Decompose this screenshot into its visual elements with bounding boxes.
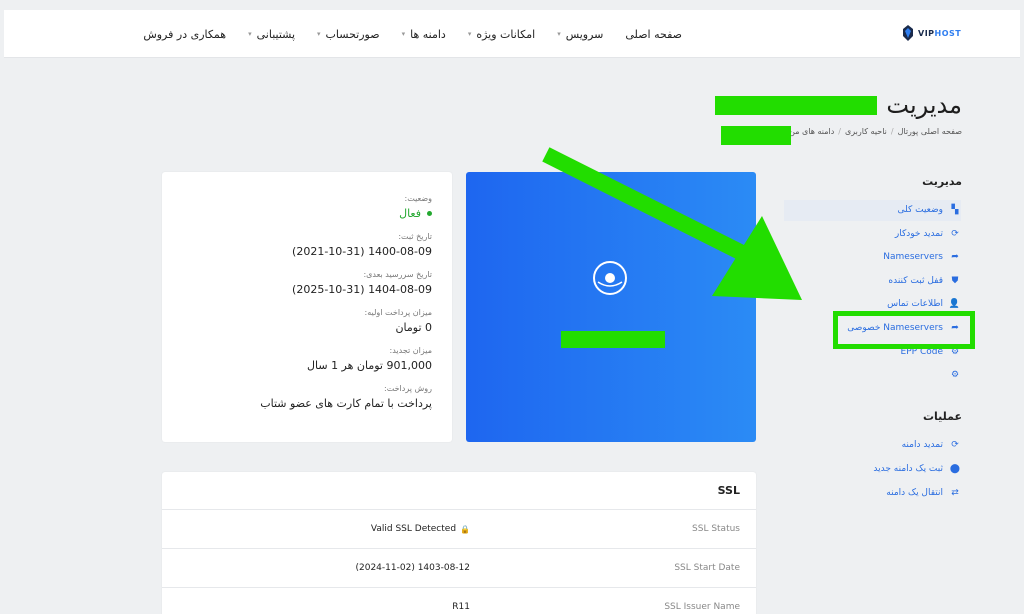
- chevron-down-icon: ▾: [401, 30, 406, 38]
- status-label: وضعیت:: [404, 194, 432, 203]
- nav-support[interactable]: پشتیبانی ▾: [248, 28, 295, 41]
- ssl-issuer-value: R11: [452, 602, 470, 612]
- breadcrumb-client-area[interactable]: ناحیه کاربری: [845, 127, 887, 136]
- ssl-status-value: 🔒 Valid SSL Detected: [370, 524, 470, 534]
- globe-icon: [593, 261, 627, 295]
- page-title: مدیریت: [886, 91, 962, 119]
- table-row: SSL Start Date 1403-08-12 (2024-11-02): [162, 549, 756, 588]
- shield-icon: ⛊: [951, 276, 959, 286]
- share-icon: ➦: [951, 252, 959, 262]
- renewal-amount-label: میزان تجدید:: [389, 346, 432, 355]
- breadcrumb-my-domains[interactable]: دامنه های من: [789, 127, 834, 136]
- sidebar-item-label: قفل ثبت کننده: [888, 276, 943, 286]
- main-nav: صفحه اصلی سرویس ▾ امکانات ویژه ▾ دامنه ها ▾…: [143, 10, 682, 58]
- breadcrumb-separator: /: [890, 127, 894, 136]
- next-due-date-label: تاریخ سررسید بعدی:: [363, 270, 432, 279]
- chevron-down-icon: ▾: [467, 30, 472, 38]
- refresh-icon: ⟳: [951, 440, 959, 450]
- lock-icon: 🔒: [460, 524, 470, 534]
- sidebar-item-overview[interactable]: ▚ وضعیت کلی: [897, 200, 960, 220]
- tag-icon: ⬤: [949, 464, 960, 474]
- sidebar-item-label: تمدید دامنه: [901, 440, 943, 450]
- sidebar-item-registrar-lock[interactable]: ⛊ قفل ثبت کننده: [888, 271, 960, 291]
- sidebar-item-nameservers[interactable]: ➦ Nameservers: [883, 247, 960, 267]
- nav-features[interactable]: امکانات ویژه ▾: [468, 28, 535, 41]
- sidebar-item-label: تمدید خودکار: [894, 229, 943, 239]
- nav-domains[interactable]: دامنه ها ▾: [402, 28, 446, 41]
- domain-overview-panel: [466, 172, 756, 442]
- next-due-date-value: 1404-08-09 (2025-10-31): [292, 283, 432, 296]
- registration-date-value: 1400-08-09 (2021-10-31): [292, 245, 432, 258]
- sidebar-item-label: انتقال یک دامنه: [886, 488, 943, 498]
- redacted-breadcrumb-domain: [721, 126, 791, 145]
- table-row: SSL Issuer Name R11: [162, 588, 756, 614]
- table-row: SSL Status 🔒 Valid SSL Detected: [162, 510, 756, 549]
- ssl-card-title: SSL: [162, 472, 756, 510]
- ssl-start-date-key: SSL Start Date: [674, 563, 740, 573]
- ssl-start-date-value: 1403-08-12 (2024-11-02): [355, 563, 470, 573]
- ssl-card: SSL SSL Status 🔒 Valid SSL Detected SSL S…: [162, 472, 756, 614]
- nav-service[interactable]: سرویس ▾: [557, 28, 603, 41]
- refresh-icon: ⟳: [951, 229, 959, 239]
- renewal-amount-value: 901,000 تومان هر 1 سال: [307, 359, 432, 372]
- dashboard-icon: ▚: [951, 205, 959, 215]
- payment-method-label: روش پرداخت:: [384, 384, 432, 393]
- sidebar-item-settings[interactable]: ⚙: [943, 365, 960, 385]
- sidebar-manage-heading: مدیریت: [922, 175, 962, 188]
- status-value: فعال: [162, 207, 432, 220]
- nav-affiliate[interactable]: همکاری در فروش: [143, 28, 226, 41]
- chevron-down-icon: ▾: [557, 30, 561, 38]
- sidebar-item-label: وضعیت کلی: [897, 205, 943, 215]
- breadcrumb: صفحه اصلی پورتال / ناحیه کاربری / دامنه …: [789, 127, 962, 136]
- ssl-status-key: SSL Status: [692, 524, 740, 534]
- annotation-highlight-box: [833, 311, 975, 349]
- redacted-domain-title: [715, 96, 877, 115]
- status-dot-icon: [427, 211, 432, 216]
- sidebar-item-transfer-domain[interactable]: ⇄ انتقال یک دامنه: [886, 483, 960, 503]
- ssl-issuer-key: SSL Issuer Name: [664, 602, 740, 612]
- vip-host-logo[interactable]: VIPHOST: [901, 24, 961, 42]
- chevron-down-icon: ▾: [317, 30, 321, 38]
- nav-billing[interactable]: صورتحساب ▾: [317, 28, 380, 41]
- transfer-icon: ⇄: [951, 488, 959, 498]
- sidebar-item-auto-renew[interactable]: ⟳ تمدید خودکار: [895, 224, 960, 244]
- sidebar-item-label: Nameservers: [883, 252, 943, 262]
- sidebar-item-register-domain[interactable]: ⬤ ثبت یک دامنه جدید: [873, 459, 960, 479]
- payment-method-value: پرداخت با تمام کارت های عضو شتاب: [260, 397, 432, 410]
- chevron-down-icon: ▾: [248, 30, 252, 38]
- breadcrumb-separator: /: [838, 127, 841, 136]
- sidebar-item-renew-domain[interactable]: ⟳ تمدید دامنه: [902, 435, 960, 455]
- redacted-domain-name: [561, 331, 665, 348]
- logo-text: VIPHOST: [918, 28, 962, 38]
- nav-home[interactable]: صفحه اصلی: [625, 28, 682, 41]
- sidebar-item-label: ثبت یک دامنه جدید: [873, 464, 943, 474]
- top-navbar: VIPHOST صفحه اصلی سرویس ▾ امکانات ویژه ▾ د…: [4, 10, 1020, 58]
- logo-mark-icon: [903, 25, 913, 41]
- registration-date-label: تاریخ ثبت:: [398, 232, 432, 241]
- first-payment-value: 0 تومان: [395, 321, 432, 334]
- breadcrumb-home[interactable]: صفحه اصلی پورتال: [898, 127, 962, 136]
- sidebar-actions-heading: عملیات: [922, 410, 962, 423]
- user-icon: 👤: [948, 299, 960, 309]
- first-payment-label: میزان پرداخت اولیه:: [364, 308, 432, 317]
- domain-info-card: وضعیت: فعال تاریخ ثبت: 1400-08-09 (2021-…: [162, 172, 452, 442]
- sidebar-item-label: اطلاعات تماس: [887, 299, 943, 309]
- gear-icon: ⚙: [950, 370, 960, 380]
